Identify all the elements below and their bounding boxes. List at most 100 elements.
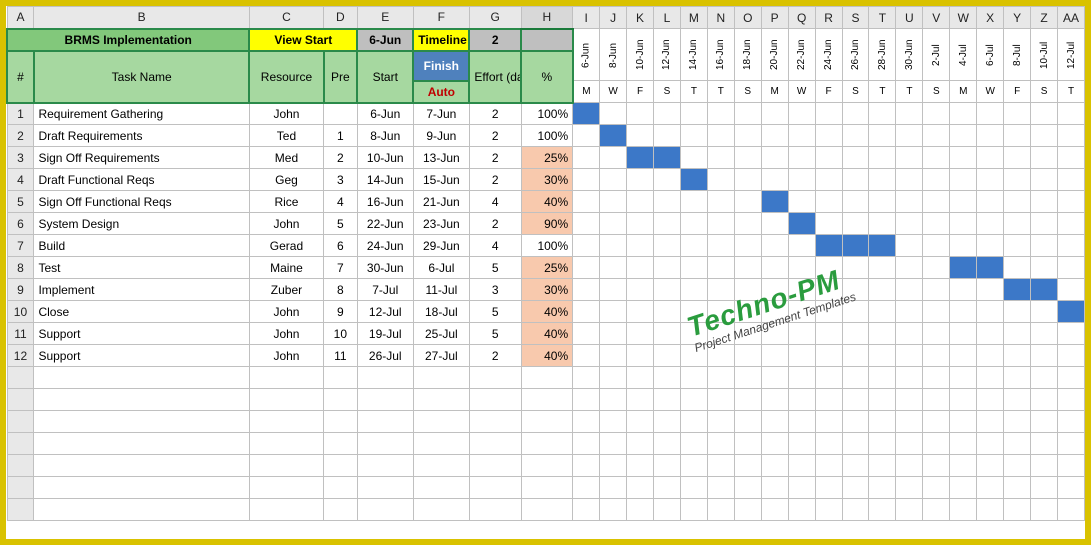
empty-cell[interactable]: [357, 367, 413, 389]
empty-cell[interactable]: [600, 477, 627, 499]
finish-date[interactable]: 25-Jul: [413, 323, 469, 345]
percent[interactable]: 40%: [521, 345, 573, 367]
empty-cell[interactable]: [1031, 433, 1058, 455]
predecessor[interactable]: 6: [324, 235, 358, 257]
empty-cell[interactable]: [734, 433, 761, 455]
empty-cell[interactable]: [1058, 433, 1085, 455]
predecessor[interactable]: 8: [324, 279, 358, 301]
empty-cell[interactable]: [357, 389, 413, 411]
empty-cell[interactable]: [324, 477, 358, 499]
task-name[interactable]: System Design: [34, 213, 250, 235]
empty-cell[interactable]: [842, 499, 869, 521]
header-resource[interactable]: Resource: [249, 51, 323, 103]
finish-date[interactable]: 6-Jul: [413, 257, 469, 279]
start-date[interactable]: 10-Jun: [357, 147, 413, 169]
effort-days[interactable]: 3: [469, 279, 521, 301]
empty-cell[interactable]: [977, 367, 1004, 389]
effort-days[interactable]: 2: [469, 147, 521, 169]
empty-cell[interactable]: [1058, 477, 1085, 499]
col-header-E[interactable]: E: [357, 7, 413, 29]
empty-cell[interactable]: [842, 433, 869, 455]
view-start-date[interactable]: 6-Jun: [357, 29, 413, 51]
empty-cell[interactable]: [734, 455, 761, 477]
empty-cell[interactable]: [573, 477, 600, 499]
table-row[interactable]: 12SupportJohn1126-Jul27-Jul240%: [7, 345, 1085, 367]
task-name[interactable]: Close: [34, 301, 250, 323]
task-name[interactable]: Sign Off Functional Reqs: [34, 191, 250, 213]
col-header-N[interactable]: N: [707, 7, 734, 29]
empty-cell[interactable]: [761, 367, 788, 389]
empty-cell[interactable]: [707, 411, 734, 433]
start-date[interactable]: 19-Jul: [357, 323, 413, 345]
empty-cell[interactable]: [469, 477, 521, 499]
empty-cell[interactable]: [34, 367, 250, 389]
empty-cell[interactable]: [1058, 367, 1085, 389]
empty-cell[interactable]: [707, 499, 734, 521]
empty-cell[interactable]: [761, 499, 788, 521]
empty-cell[interactable]: [469, 389, 521, 411]
empty-cell[interactable]: [357, 411, 413, 433]
col-header-Q[interactable]: Q: [788, 7, 815, 29]
empty-cell[interactable]: [815, 477, 842, 499]
empty-cell[interactable]: [521, 477, 573, 499]
start-date[interactable]: 26-Jul: [357, 345, 413, 367]
empty-cell[interactable]: [324, 411, 358, 433]
empty-cell[interactable]: [1004, 455, 1031, 477]
empty-cell[interactable]: [761, 433, 788, 455]
col-header-L[interactable]: L: [653, 7, 680, 29]
finish-date[interactable]: 18-Jul: [413, 301, 469, 323]
empty-cell[interactable]: [413, 433, 469, 455]
row-number[interactable]: 4: [7, 169, 34, 191]
empty-cell[interactable]: [707, 433, 734, 455]
empty-cell[interactable]: [34, 477, 250, 499]
table-row[interactable]: 2Draft RequirementsTed18-Jun9-Jun2100%: [7, 125, 1085, 147]
empty-cell[interactable]: [469, 367, 521, 389]
percent[interactable]: 40%: [521, 191, 573, 213]
empty-cell[interactable]: [600, 455, 627, 477]
empty-cell[interactable]: [761, 411, 788, 433]
predecessor[interactable]: 1: [324, 125, 358, 147]
empty-cell[interactable]: [573, 411, 600, 433]
empty-cell[interactable]: [707, 367, 734, 389]
predecessor[interactable]: 2: [324, 147, 358, 169]
empty-cell[interactable]: [896, 477, 923, 499]
start-date[interactable]: 24-Jun: [357, 235, 413, 257]
task-name[interactable]: Draft Requirements: [34, 125, 250, 147]
empty-cell[interactable]: [521, 433, 573, 455]
empty-cell[interactable]: [950, 411, 977, 433]
resource[interactable]: Geg: [249, 169, 323, 191]
col-header-AA[interactable]: AA: [1058, 7, 1085, 29]
empty-cell[interactable]: [680, 455, 707, 477]
table-row[interactable]: 3Sign Off RequirementsMed210-Jun13-Jun22…: [7, 147, 1085, 169]
empty-cell[interactable]: [1058, 389, 1085, 411]
empty-cell[interactable]: [788, 455, 815, 477]
resource[interactable]: John: [249, 345, 323, 367]
col-header-X[interactable]: X: [977, 7, 1004, 29]
start-date[interactable]: 16-Jun: [357, 191, 413, 213]
empty-cell[interactable]: [734, 367, 761, 389]
percent[interactable]: 30%: [521, 279, 573, 301]
empty-cell[interactable]: [761, 477, 788, 499]
task-name[interactable]: Sign Off Requirements: [34, 147, 250, 169]
start-date[interactable]: 7-Jul: [357, 279, 413, 301]
effort-days[interactable]: 2: [469, 213, 521, 235]
empty-cell[interactable]: [413, 455, 469, 477]
empty-cell[interactable]: [1004, 389, 1031, 411]
row-number[interactable]: 7: [7, 235, 34, 257]
empty-cell[interactable]: [950, 499, 977, 521]
empty-cell[interactable]: [627, 433, 654, 455]
empty-cell[interactable]: [977, 477, 1004, 499]
empty-cell[interactable]: [842, 367, 869, 389]
empty-cell[interactable]: [869, 455, 896, 477]
task-name[interactable]: Support: [34, 345, 250, 367]
view-start-label[interactable]: View Start: [249, 29, 357, 51]
table-row[interactable]: 5Sign Off Functional ReqsRice416-Jun21-J…: [7, 191, 1085, 213]
effort-days[interactable]: 2: [469, 103, 521, 125]
empty-cell[interactable]: [734, 499, 761, 521]
empty-cell[interactable]: [600, 389, 627, 411]
empty-cell[interactable]: [977, 389, 1004, 411]
empty-cell[interactable]: [680, 477, 707, 499]
row-number[interactable]: 2: [7, 125, 34, 147]
finish-date[interactable]: 27-Jul: [413, 345, 469, 367]
empty-cell[interactable]: [469, 499, 521, 521]
